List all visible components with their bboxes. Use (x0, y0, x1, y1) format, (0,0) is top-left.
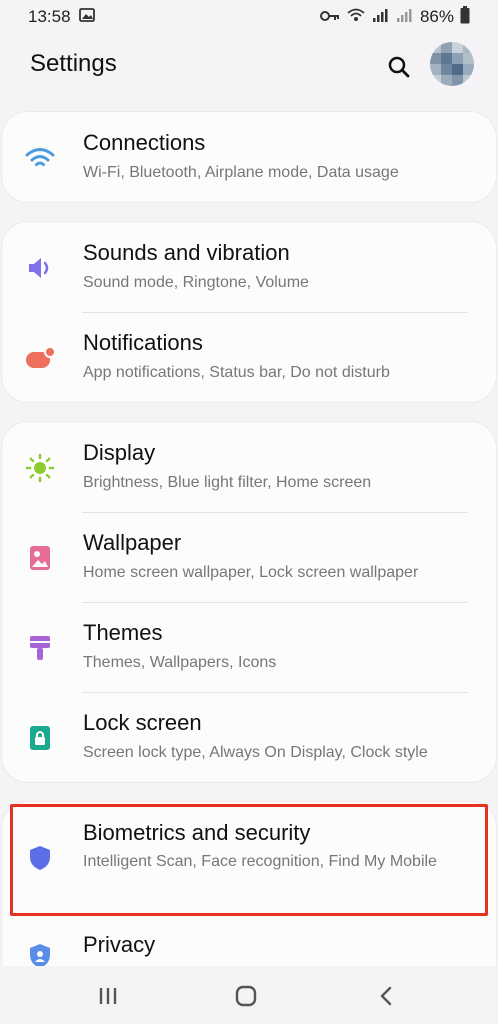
volume-icon (24, 252, 56, 284)
settings-item-wallpaper[interactable]: Wallpaper Home screen wallpaper, Lock sc… (2, 512, 496, 602)
item-description: Themes, Wallpapers, Icons (83, 654, 277, 671)
item-label: Notifications (83, 330, 203, 355)
item-description: Screen lock type, Always On Display, Clo… (83, 744, 428, 761)
settings-item-sounds[interactable]: Sounds and vibration Sound mode, Rington… (2, 222, 496, 312)
back-icon (380, 986, 392, 1006)
item-label: Sounds and vibration (83, 240, 290, 265)
item-label: Privacy (83, 932, 156, 957)
battery-icon (460, 5, 470, 29)
settings-item-privacy[interactable]: Privacy (2, 916, 496, 972)
settings-group-display: Display Brightness, Blue light filter, H… (2, 422, 496, 782)
navigation-bar (0, 966, 498, 1024)
wifi-status-icon (346, 7, 366, 28)
settings-item-notifications[interactable]: Notifications App notifications, Status … (2, 312, 496, 402)
settings-group-network: Connections Wi-Fi, Bluetooth, Airplane m… (2, 112, 496, 202)
item-label: Biometrics and security (83, 820, 311, 845)
status-right: 86% (319, 5, 470, 29)
page-title: Settings (30, 50, 117, 77)
notification-icon (24, 342, 56, 374)
item-label: Wallpaper (83, 530, 182, 555)
recents-button[interactable] (88, 978, 128, 1014)
item-description: App notifications, Status bar, Do not di… (83, 364, 390, 381)
recents-icon (99, 988, 117, 1004)
settings-item-display[interactable]: Display Brightness, Blue light filter, H… (2, 422, 496, 512)
wifi-icon (24, 142, 56, 174)
settings-group-sound: Sounds and vibration Sound mode, Rington… (2, 222, 496, 402)
settings-item-themes[interactable]: Themes Themes, Wallpapers, Icons (2, 602, 496, 692)
status-time: 13:58 (28, 7, 71, 26)
item-description: Sound mode, Ringtone, Volume (83, 274, 309, 291)
status-bar: 13:58 86% (0, 0, 498, 34)
header: Settings (0, 34, 498, 106)
back-button[interactable] (366, 978, 406, 1014)
item-description: Home screen wallpaper, Lock screen wallp… (83, 564, 419, 581)
home-icon (235, 985, 257, 1007)
avatar[interactable] (430, 42, 474, 86)
home-button[interactable] (226, 978, 266, 1014)
wallpaper-icon (24, 542, 56, 574)
item-description: Brightness, Blue light filter, Home scre… (83, 474, 372, 491)
signal-2-icon (396, 7, 414, 28)
item-label: Display (83, 440, 156, 465)
gallery-notification-icon (78, 7, 95, 27)
settings-group-security: Biometrics and security Intelligent Scan… (2, 802, 496, 972)
lock-icon (24, 722, 56, 754)
sun-icon (24, 452, 56, 484)
search-button[interactable] (384, 52, 414, 82)
shield-icon (24, 842, 56, 874)
item-label: Lock screen (83, 710, 202, 735)
battery-percent: 86% (419, 7, 454, 26)
vpn-key-icon (319, 7, 340, 27)
status-left: 13:58 (28, 7, 95, 27)
signal-icon (372, 7, 390, 28)
item-label: Themes (83, 620, 163, 645)
settings-item-connections[interactable]: Connections Wi-Fi, Bluetooth, Airplane m… (2, 112, 496, 202)
settings-item-biometrics[interactable]: Biometrics and security Intelligent Scan… (2, 802, 496, 916)
search-icon (388, 56, 410, 78)
item-label: Connections (83, 130, 206, 155)
item-description: Wi-Fi, Bluetooth, Airplane mode, Data us… (83, 164, 399, 181)
item-description: Intelligent Scan, Face recognition, Find… (83, 853, 437, 870)
brush-icon (24, 632, 56, 664)
settings-item-lock-screen[interactable]: Lock screen Screen lock type, Always On … (2, 692, 496, 782)
